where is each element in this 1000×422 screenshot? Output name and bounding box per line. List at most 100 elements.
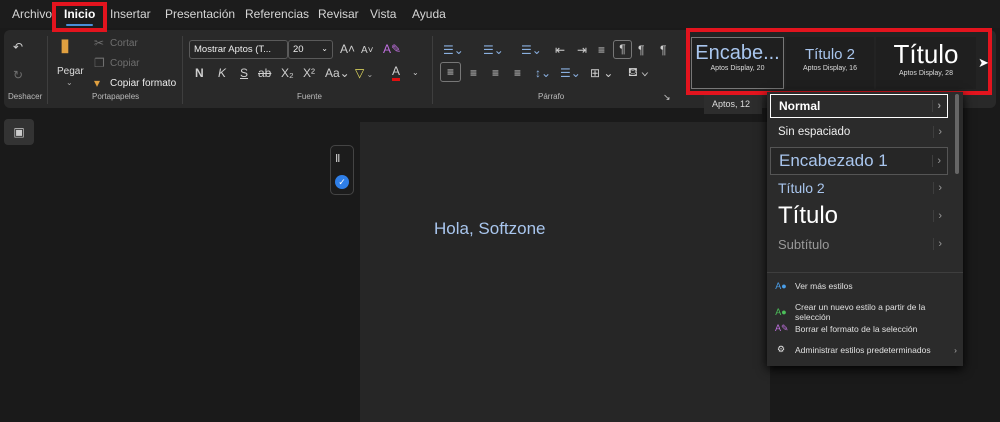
dropdown-scrollbar[interactable]: [955, 94, 959, 174]
bold-button[interactable]: N: [195, 66, 204, 80]
panel-icon: ▣: [13, 125, 25, 139]
font-color-chevron-icon[interactable]: ⌄: [412, 66, 419, 80]
highlight-box-inicio: [52, 2, 107, 32]
style-item-heading1[interactable]: Encabezado 1 ›: [770, 147, 948, 175]
align-right-icon[interactable]: ≡: [492, 66, 499, 80]
action-label: Ver más estilos: [795, 281, 853, 291]
clear-formatting-item[interactable]: A✎ Borrar el formato de la selección: [775, 323, 917, 334]
strikethrough-button[interactable]: ab: [258, 66, 271, 80]
paste-button[interactable]: Pegar: [57, 66, 84, 77]
clear-format-icon: A✎: [775, 323, 789, 333]
check-icon[interactable]: ✓: [335, 175, 349, 189]
group-label-clipboard: Portapapeles: [92, 92, 140, 101]
format-painter-icon: ▾: [94, 76, 101, 90]
cut-icon: ✂: [94, 36, 105, 50]
document-page[interactable]: Hola, Softzone: [360, 122, 770, 422]
divider: [767, 272, 963, 273]
align-left-icon[interactable]: ≡: [440, 62, 461, 82]
style-item-label: Normal: [779, 99, 821, 113]
create-style-item[interactable]: A● Crear un nuevo estilo a partir de la s…: [775, 302, 963, 322]
font-size-select[interactable]: 20 ⌄: [288, 40, 333, 59]
see-more-styles-item[interactable]: A● Ver más estilos: [775, 281, 853, 291]
style-item-subtitle[interactable]: Subtítulo ›: [770, 232, 948, 256]
copy-icon: ❐: [94, 56, 105, 70]
document-text[interactable]: Hola, Softzone: [434, 219, 546, 239]
italic-button[interactable]: K: [218, 66, 226, 80]
grow-font-icon[interactable]: A˄: [340, 42, 355, 56]
style-item-label: Encabezado 1: [779, 151, 888, 170]
new-style-icon: A●: [775, 307, 787, 317]
action-label: Administrar estilos predeterminados: [795, 344, 931, 355]
font-size-value: 20: [293, 44, 304, 55]
borders-icon[interactable]: ⊞ ⌄: [590, 66, 613, 80]
paragraph-spacing-icon[interactable]: ☰⌄: [560, 66, 581, 80]
paste-icon[interactable]: ▮: [60, 36, 70, 54]
action-label: Crear un nuevo estilo a partir de la sel…: [794, 302, 926, 322]
chevron-right-icon[interactable]: ›: [932, 100, 941, 112]
shrink-font-icon[interactable]: A˅: [361, 44, 374, 58]
decrease-indent-icon[interactable]: ⇤: [555, 43, 565, 57]
group-label-paragraph: Párrafo: [538, 92, 565, 101]
chevron-right-icon[interactable]: ›: [933, 238, 942, 250]
chevron-right-icon[interactable]: ›: [932, 155, 941, 167]
text-style-icon[interactable]: Ⅱ: [335, 152, 340, 166]
style-item-label: Sin espaciado: [778, 126, 851, 138]
action-label: Borrar el formato de la selección: [795, 323, 918, 334]
tab-revisar[interactable]: Revisar: [318, 7, 359, 21]
redo-icon[interactable]: ↻: [13, 68, 23, 82]
mini-toolbar: Ⅱ ✓: [330, 145, 354, 195]
manage-styles-item[interactable]: ⚙ Administrar estilos predeterminados ›: [775, 344, 957, 355]
change-case-icon[interactable]: Aa⌄: [325, 66, 350, 80]
show-marks-icon[interactable]: ¶: [660, 43, 666, 57]
tab-presentacion[interactable]: Presentación: [165, 7, 235, 21]
rtl-paragraph-icon[interactable]: ¶: [638, 43, 644, 57]
menu-bar: Archivo Inicio Insertar Presentación Ref…: [0, 0, 1000, 28]
font-name-value: Mostrar Aptos (T...: [194, 44, 272, 55]
font-color-icon[interactable]: A: [392, 64, 401, 81]
style-item-label: Título: [778, 202, 839, 229]
style-item-label: Título 2: [778, 180, 825, 196]
sort-icon[interactable]: ≡: [598, 43, 605, 57]
font-name-select[interactable]: Mostrar Aptos (T...: [189, 40, 288, 59]
tab-vista[interactable]: Vista: [370, 7, 396, 21]
chevron-right-icon: ›: [954, 344, 957, 355]
style-item-normal[interactable]: Normal ›: [770, 94, 948, 118]
group-label-undo: Deshacer: [8, 92, 43, 101]
style-tooltip: Aptos, 12: [704, 95, 762, 114]
subscript-icon[interactable]: X₂: [281, 66, 294, 80]
style-item-title2[interactable]: Título 2 ›: [770, 176, 948, 200]
highlight-box-styles: [686, 28, 992, 95]
style-item-title[interactable]: Título ›: [770, 200, 948, 232]
cut-button[interactable]: Cortar: [110, 38, 138, 49]
format-painter-button[interactable]: Copiar formato: [110, 78, 176, 89]
line-spacing-icon[interactable]: ↕⌄: [535, 66, 551, 80]
bullets-icon[interactable]: ☰⌄: [443, 43, 464, 57]
copy-button[interactable]: Copiar: [110, 58, 139, 69]
underline-button[interactable]: S: [240, 66, 248, 80]
numbering-icon[interactable]: ☰⌄: [483, 43, 504, 57]
group-label-font: Fuente: [297, 92, 322, 101]
tab-insertar[interactable]: Insertar: [110, 7, 151, 21]
clear-format-icon[interactable]: A✎: [383, 42, 401, 56]
style-item-no-spacing[interactable]: Sin espaciado ›: [770, 120, 948, 144]
superscript-icon[interactable]: X²: [303, 66, 315, 80]
chevron-right-icon[interactable]: ›: [933, 210, 942, 222]
gear-icon: ⚙: [776, 344, 786, 354]
navigation-pane-button[interactable]: ▣: [4, 119, 34, 145]
shading-icon[interactable]: ⛾ ⌄: [628, 65, 649, 79]
style-item-label: Subtítulo: [778, 236, 830, 252]
paragraph-dialog-launcher-icon[interactable]: ↘: [663, 90, 671, 104]
tab-referencias[interactable]: Referencias: [245, 7, 309, 21]
chevron-right-icon[interactable]: ›: [933, 182, 942, 194]
highlight-icon[interactable]: ▽ ⌄: [355, 66, 373, 82]
align-center-icon[interactable]: ≡: [470, 66, 477, 80]
tab-archivo[interactable]: Archivo: [12, 7, 52, 21]
chevron-right-icon[interactable]: ›: [933, 126, 942, 138]
ltr-paragraph-icon[interactable]: ¶: [613, 40, 632, 59]
undo-icon[interactable]: ↶: [13, 40, 23, 54]
paste-chevron-icon[interactable]: ⌄: [66, 78, 73, 87]
justify-icon[interactable]: ≡: [514, 66, 521, 80]
multilevel-list-icon[interactable]: ☰⌄: [521, 43, 542, 57]
tab-ayuda[interactable]: Ayuda: [412, 7, 446, 21]
increase-indent-icon[interactable]: ⇥: [577, 43, 587, 57]
